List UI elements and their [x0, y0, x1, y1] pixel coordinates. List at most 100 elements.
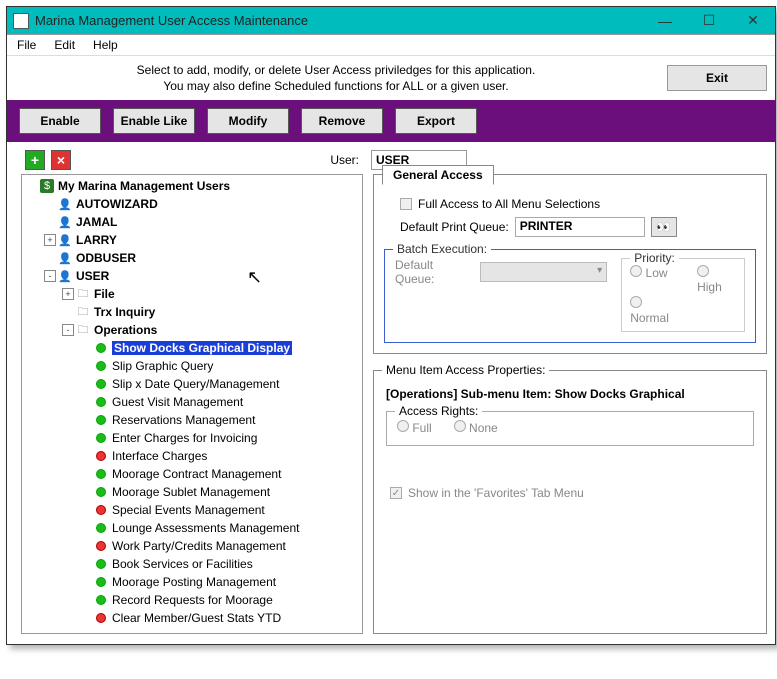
tree-item-label: Special Events Management	[112, 503, 265, 517]
main-area: +$My Marina Management Users+👤AUTOWIZARD…	[7, 174, 775, 644]
tree-item[interactable]: +Lounge Assessments Management	[22, 519, 362, 537]
tree-item-label: Interface Charges	[112, 449, 207, 463]
maximize-button[interactable]: ☐	[687, 8, 731, 34]
access-full-radio	[397, 420, 409, 432]
tree-item[interactable]: +Reservations Management	[22, 411, 362, 429]
tree-item-label: Show Docks Graphical Display	[112, 341, 292, 355]
tree-item-label: Work Party/Credits Management	[112, 539, 286, 553]
full-access-checkbox[interactable]	[400, 198, 412, 210]
close-button[interactable]: ✕	[731, 8, 775, 34]
status-dot-green-icon	[94, 413, 108, 427]
status-dot-red-icon	[94, 503, 108, 517]
add-icon-button[interactable]: +	[25, 150, 45, 170]
status-dot-green-icon	[94, 593, 108, 607]
tree-item[interactable]: +Book Services or Facilities	[22, 555, 362, 573]
tree-item[interactable]: +👤ODBUSER	[22, 249, 362, 267]
window-title: Marina Management User Access Maintenanc…	[35, 13, 643, 28]
user-label: User:	[330, 153, 359, 167]
user-icon: 👤	[58, 233, 72, 247]
status-dot-green-icon	[94, 359, 108, 373]
status-dot-green-icon	[94, 575, 108, 589]
tree-item[interactable]: +Moorage Contract Management	[22, 465, 362, 483]
batch-legend: Batch Execution:	[393, 242, 491, 256]
binoculars-icon: 👀	[656, 220, 671, 234]
default-queue-label: Default Queue:	[395, 258, 474, 286]
tree-item-label: JAMAL	[76, 215, 117, 229]
tree-expander[interactable]: +	[62, 288, 74, 300]
folder-icon: 🗀	[76, 323, 90, 337]
tree-expander[interactable]: +	[44, 234, 56, 246]
menu-edit[interactable]: Edit	[54, 38, 75, 52]
tree-item[interactable]: -🗀Operations	[22, 321, 362, 339]
tree-item[interactable]: +🗀Trx Inquiry	[22, 303, 362, 321]
enable-button[interactable]: Enable	[19, 108, 101, 134]
tree-item-label: My Marina Management Users	[58, 179, 230, 193]
default-print-queue-input[interactable]: PRINTER	[515, 217, 645, 237]
tree-item-label: Reservations Management	[112, 413, 255, 427]
tree-item-label: Slip x Date Query/Management	[112, 377, 279, 391]
tree-item[interactable]: +Moorage Posting Management	[22, 573, 362, 591]
tree-item-label: Slip Graphic Query	[112, 359, 213, 373]
tree-item[interactable]: +👤JAMAL	[22, 213, 362, 231]
tree-item[interactable]: +Work Party/Credits Management	[22, 537, 362, 555]
tree-item-label: Moorage Sublet Management	[112, 485, 270, 499]
menu-file[interactable]: File	[17, 38, 36, 52]
user-icon: 👤	[58, 197, 72, 211]
tree-item[interactable]: +🗀 File	[22, 285, 362, 303]
tree-expander[interactable]: -	[62, 324, 74, 336]
tree-item[interactable]: +👤 LARRY	[22, 231, 362, 249]
status-dot-green-icon	[94, 395, 108, 409]
tab-general-access[interactable]: General Access	[382, 165, 494, 185]
priority-high-radio	[697, 265, 709, 277]
instructions-text: Select to add, modify, or delete User Ac…	[15, 62, 657, 94]
menu-item-title: [Operations] Sub-menu Item: Show Docks G…	[386, 387, 754, 401]
tree-item-label: Lounge Assessments Management	[112, 521, 299, 535]
tree-item[interactable]: -👤USER	[22, 267, 362, 285]
favorites-label: Show in the 'Favorites' Tab Menu	[408, 486, 584, 500]
tree-item-label: Enter Charges for Invoicing	[112, 431, 257, 445]
tree-item[interactable]: +Moorage Sublet Management	[22, 483, 362, 501]
tree-item[interactable]: +Show Docks Graphical Display	[22, 339, 362, 357]
tree-item-label: Guest Visit Management	[112, 395, 243, 409]
tree-item[interactable]: +Special Events Management	[22, 501, 362, 519]
default-print-queue-label: Default Print Queue:	[400, 220, 509, 234]
minimize-button[interactable]: —	[643, 8, 687, 34]
tree-expander[interactable]: -	[44, 270, 56, 282]
tree-item[interactable]: +Slip x Date Query/Management	[22, 375, 362, 393]
favorites-checkbox: ✓	[390, 487, 402, 499]
modify-button[interactable]: Modify	[207, 108, 289, 134]
app-window: Marina Management User Access Maintenanc…	[6, 6, 776, 645]
tree-item[interactable]: +Enter Charges for Invoicing	[22, 429, 362, 447]
title-bar: Marina Management User Access Maintenanc…	[7, 7, 775, 35]
tree-item-label: Trx Inquiry	[94, 305, 155, 319]
remove-button[interactable]: Remove	[301, 108, 383, 134]
tree-item[interactable]: +$My Marina Management Users	[22, 177, 362, 195]
delete-icon-button[interactable]: ×	[51, 150, 71, 170]
tree-item-label: LARRY	[76, 233, 117, 247]
export-button[interactable]: Export	[395, 108, 477, 134]
tree-item-label: AUTOWIZARD	[76, 197, 158, 211]
priority-normal-radio	[630, 296, 642, 308]
status-dot-green-icon	[94, 557, 108, 571]
status-dot-red-icon	[94, 539, 108, 553]
menu-item-props-box: Menu Item Access Properties: [Operations…	[373, 370, 767, 634]
tree-panel[interactable]: +$My Marina Management Users+👤AUTOWIZARD…	[21, 174, 363, 634]
tree-item-label: Record Requests for Moorage	[112, 593, 273, 607]
tree-item[interactable]: +Guest Visit Management	[22, 393, 362, 411]
enable-like-button[interactable]: Enable Like	[113, 108, 195, 134]
tree-item-label: Moorage Contract Management	[112, 467, 281, 481]
exit-button[interactable]: Exit	[667, 65, 767, 91]
folder-icon: 🗀	[76, 287, 90, 301]
tree-item[interactable]: +👤AUTOWIZARD	[22, 195, 362, 213]
menu-help[interactable]: Help	[93, 38, 118, 52]
tree-item-label: USER	[76, 269, 109, 283]
tree-item-label: File	[94, 287, 115, 301]
user-icon: 👤	[58, 251, 72, 265]
batch-execution-fieldset: Batch Execution: Default Queue: Priority…	[384, 249, 756, 343]
lookup-print-queue-button[interactable]: 👀	[651, 217, 677, 237]
tree-item[interactable]: +Record Requests for Moorage	[22, 591, 362, 609]
tree-item[interactable]: +Interface Charges	[22, 447, 362, 465]
tree-item[interactable]: +Clear Member/Guest Stats YTD	[22, 609, 362, 627]
tree-item[interactable]: +Slip Graphic Query	[22, 357, 362, 375]
full-access-label: Full Access to All Menu Selections	[418, 197, 600, 211]
